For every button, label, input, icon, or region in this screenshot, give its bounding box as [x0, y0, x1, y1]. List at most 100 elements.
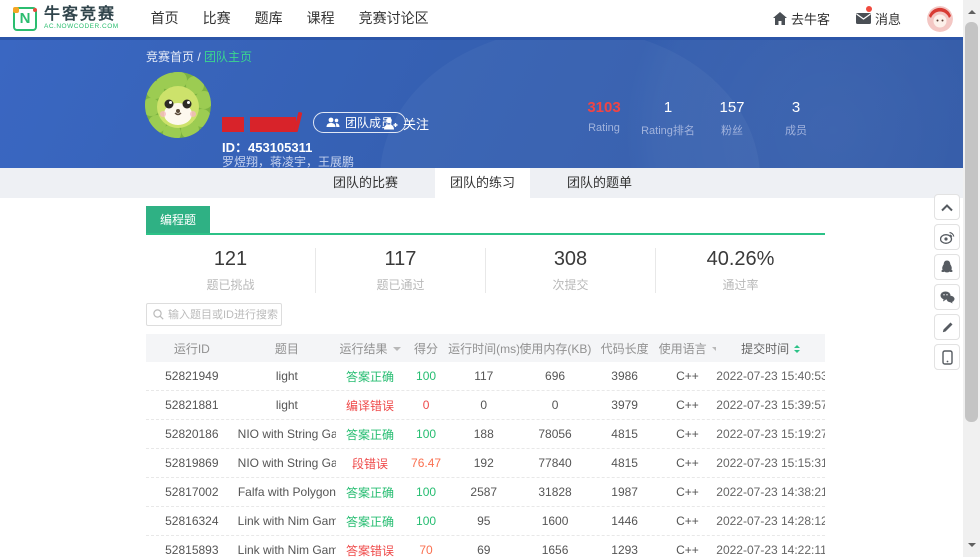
- share-wechat-button[interactable]: [934, 284, 960, 310]
- share-weibo-button[interactable]: [934, 224, 960, 250]
- column-header[interactable]: 提交时间: [716, 340, 825, 357]
- problem-name[interactable]: NIO with String Game: [238, 456, 336, 470]
- category-row: 编程题: [146, 206, 825, 235]
- language: C++: [659, 369, 717, 383]
- language: C++: [659, 485, 717, 499]
- menu-item-contests[interactable]: 比赛: [191, 0, 243, 37]
- code-length: 1446: [591, 514, 659, 528]
- search-input[interactable]: [168, 309, 278, 321]
- run-time: 192: [448, 456, 519, 470]
- back-to-top-button[interactable]: [934, 194, 960, 220]
- run-id: 52821949: [146, 369, 238, 383]
- code-length: 4815: [591, 427, 659, 441]
- feedback-button[interactable]: [934, 314, 960, 340]
- table-row[interactable]: 52817002Falfa with Polygon答案正确1002587318…: [146, 478, 825, 507]
- filter-dropdown-icon[interactable]: [393, 347, 401, 355]
- run-time: 69: [448, 543, 519, 557]
- mail-icon: [856, 13, 871, 24]
- run-id: 52816324: [146, 514, 238, 528]
- user-avatar[interactable]: [927, 6, 953, 32]
- menu-item-problems[interactable]: 题库: [243, 0, 295, 37]
- score: 100: [404, 369, 448, 383]
- column-header[interactable]: 运行结果: [336, 340, 404, 357]
- page: N 牛客竞赛 AC.NOWCODER.COM 首页 比赛 题库 课程 竞赛讨论区…: [0, 0, 963, 557]
- stat-members[interactable]: 3 成员: [764, 98, 828, 138]
- submit-time: 2022-07-23 15:39:57: [716, 398, 825, 412]
- team-avatar[interactable]: [145, 72, 211, 138]
- menu-item-discuss[interactable]: 竞赛讨论区: [347, 0, 441, 37]
- phone-icon: [942, 350, 953, 365]
- tab-team-problem-lists[interactable]: 团队的题单: [552, 168, 647, 198]
- memory-used: 31828: [519, 485, 590, 499]
- column-header[interactable]: 使用语言: [659, 340, 717, 357]
- breadcrumb-root[interactable]: 竞赛首页: [146, 50, 194, 64]
- run-result: 答案正确: [336, 513, 404, 530]
- submit-time: 2022-07-23 15:19:27: [716, 427, 825, 441]
- summary-pass-rate: 40.26% 通过率: [656, 248, 825, 293]
- run-id: 52815893: [146, 543, 238, 557]
- problem-name[interactable]: Link with Nim Game: [238, 543, 336, 557]
- run-id: 52820186: [146, 427, 238, 441]
- memory-used: 1656: [519, 543, 590, 557]
- run-result: 段错误: [336, 455, 404, 472]
- go-nowcoder-link[interactable]: 去牛客: [773, 9, 830, 28]
- tab-team-practice[interactable]: 团队的练习: [435, 168, 530, 198]
- follow-button[interactable]: 关注: [383, 114, 429, 133]
- home-icon: [773, 12, 787, 25]
- messages-link[interactable]: 消息: [856, 9, 901, 28]
- submit-time: 2022-07-23 14:28:12: [716, 514, 825, 528]
- language: C++: [659, 398, 717, 412]
- practice-content: 编程题 121 题已挑战 117 题已通过 308 次提交 40.26% 通过率: [0, 206, 825, 557]
- sort-icon[interactable]: [794, 342, 800, 356]
- share-qq-button[interactable]: [934, 254, 960, 280]
- table-row[interactable]: 52821949light答案正确1001176963986C++2022-07…: [146, 362, 825, 391]
- language: C++: [659, 514, 717, 528]
- score: 100: [404, 514, 448, 528]
- main-menu: 首页 比赛 题库 课程 竞赛讨论区: [139, 0, 441, 37]
- memory-used: 77840: [519, 456, 590, 470]
- logo-subtitle: AC.NOWCODER.COM: [44, 23, 119, 30]
- tab-team-contests[interactable]: 团队的比赛: [318, 168, 413, 198]
- problem-name[interactable]: NIO with String Game: [238, 427, 336, 441]
- language: C++: [659, 427, 717, 441]
- scroll-down-arrow[interactable]: [968, 543, 976, 551]
- stat-followers[interactable]: 157 粉丝: [700, 98, 764, 138]
- unread-dot: [866, 6, 872, 12]
- language: C++: [659, 543, 717, 557]
- code-length: 3986: [591, 369, 659, 383]
- table-row[interactable]: 52816324Link with Nim Game答案正确1009516001…: [146, 507, 825, 536]
- vertical-scrollbar[interactable]: [963, 0, 980, 557]
- run-time: 188: [448, 427, 519, 441]
- run-result: 编译错误: [336, 397, 404, 414]
- breadcrumb-current[interactable]: 团队主页: [204, 50, 252, 64]
- team-stats: 3103 Rating 1 Rating排名 157 粉丝 3 成员: [572, 98, 828, 138]
- stat-rating-rank[interactable]: 1 Rating排名: [636, 98, 700, 138]
- side-toolbar: [934, 194, 960, 374]
- table-row[interactable]: 52821881light编译错误0003979C++2022-07-23 15…: [146, 391, 825, 420]
- wechat-icon: [940, 291, 955, 304]
- menu-item-home[interactable]: 首页: [139, 0, 191, 37]
- people-icon: [326, 117, 340, 128]
- problem-name[interactable]: light: [238, 369, 336, 383]
- column-header: 运行时间(ms): [448, 340, 519, 357]
- code-length: 3979: [591, 398, 659, 412]
- table-row[interactable]: 52819869NIO with String Game段错误76.471927…: [146, 449, 825, 478]
- table-row[interactable]: 52815893Link with Nim Game答案错误7069165612…: [146, 536, 825, 557]
- mobile-app-button[interactable]: [934, 344, 960, 370]
- stat-rating[interactable]: 3103 Rating: [572, 98, 636, 138]
- problem-name[interactable]: Link with Nim Game: [238, 514, 336, 528]
- logo-title: 牛客竞赛: [44, 7, 119, 23]
- summary-submissions: 308 次提交: [486, 248, 656, 293]
- problem-name[interactable]: light: [238, 398, 336, 412]
- scrollbar-thumb[interactable]: [965, 22, 978, 422]
- nowcoder-logo[interactable]: N 牛客竞赛 AC.NOWCODER.COM: [13, 7, 119, 31]
- weibo-icon: [940, 230, 955, 244]
- coding-problems-button[interactable]: 编程题: [146, 206, 210, 233]
- scroll-up-arrow[interactable]: [968, 6, 976, 14]
- problem-name[interactable]: Falfa with Polygon: [238, 485, 336, 499]
- table-row[interactable]: 52820186NIO with String Game答案正确10018878…: [146, 420, 825, 449]
- table-body: 52821949light答案正确1001176963986C++2022-07…: [146, 362, 825, 557]
- filter-dropdown-icon[interactable]: [712, 347, 717, 355]
- menu-item-courses[interactable]: 课程: [295, 0, 347, 37]
- team-members: 罗煜翔，蒋凌宇，王展鹏: [222, 153, 354, 168]
